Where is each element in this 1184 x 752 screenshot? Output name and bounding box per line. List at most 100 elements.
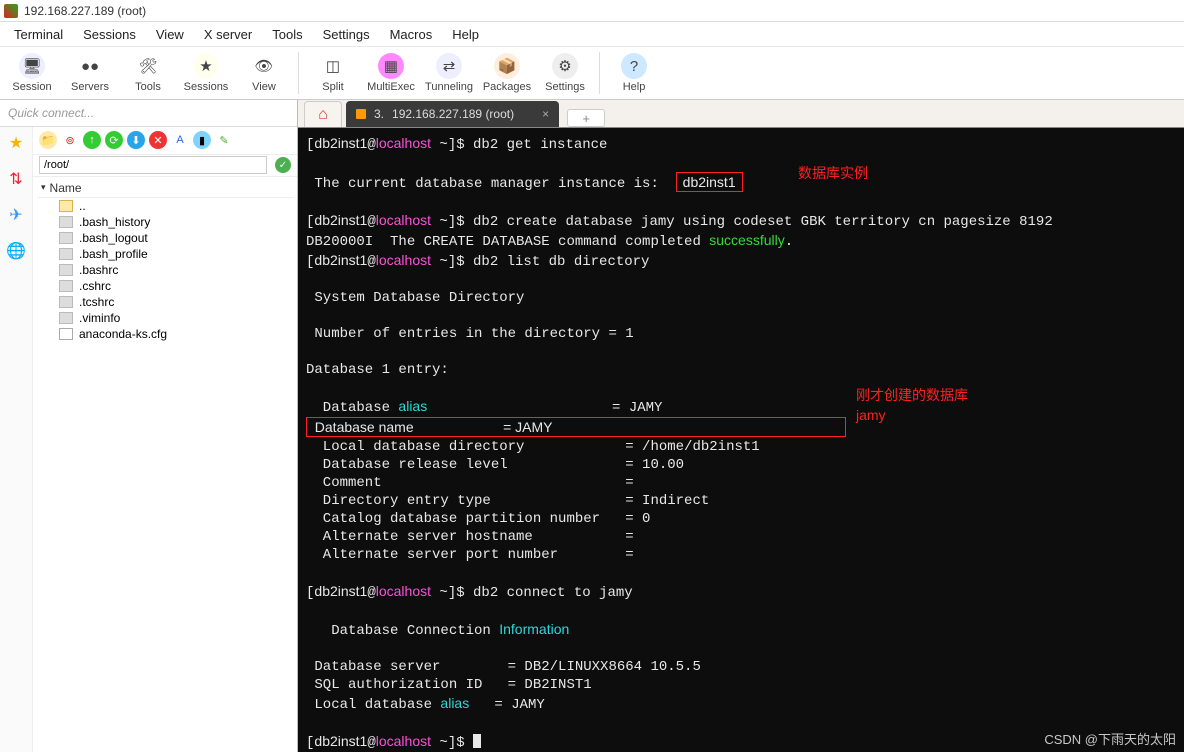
file-list[interactable]: ▾ Name .. .bash_history.bash_logout.bash_… [33, 177, 297, 752]
file-row[interactable]: .cshrc [37, 278, 293, 294]
file-row[interactable]: .bash_history [37, 214, 293, 230]
app-logo-icon [4, 4, 18, 18]
main-toolbar: 🖥 Session ●● Servers 🛠 Tools ★Sessions 👁 View ◫Sp… [0, 46, 1184, 100]
file-toolbar: 📁 ⊚ ↑ ⟳ ⬇ ✕ A ▮ ✎ [33, 127, 297, 155]
home-icon: ⌂ [318, 106, 328, 124]
file-name: anaconda-ks.cfg [79, 327, 167, 341]
annotation-instance: 数据库实例 [798, 164, 868, 182]
home-tab[interactable]: ⌂ [304, 101, 342, 127]
toolbar-view[interactable]: 👁 View [238, 53, 290, 93]
toolbar-servers[interactable]: ●● Servers [64, 53, 116, 93]
file-icon [59, 312, 73, 324]
menu-xserver[interactable]: X server [194, 25, 262, 44]
target-icon[interactable]: ⊚ [61, 131, 79, 149]
menu-tools[interactable]: Tools [262, 25, 312, 44]
toolbar-label: Sessions [184, 81, 229, 93]
star-icon[interactable]: ★ [6, 133, 26, 153]
close-icon[interactable]: ✕ [149, 131, 167, 149]
download-icon[interactable]: ⬇ [127, 131, 145, 149]
toolbar-label: Tools [135, 81, 161, 93]
path-row: ✓ [33, 155, 297, 177]
file-icon [59, 264, 73, 276]
doc-icon[interactable]: ▮ [193, 131, 211, 149]
toolbar-label: Session [12, 81, 51, 93]
file-row[interactable]: .bash_profile [37, 246, 293, 262]
file-row[interactable]: .viminfo [37, 310, 293, 326]
quick-connect-input[interactable]: Quick connect... [0, 100, 297, 127]
file-row[interactable]: .. [37, 198, 293, 214]
window-title: 192.168.227.189 (root) [24, 4, 146, 18]
split-icon: ◫ [320, 53, 346, 79]
globe-icon[interactable]: 🌐 [6, 241, 26, 261]
menu-terminal[interactable]: Terminal [4, 25, 73, 44]
file-name: .tcshrc [79, 295, 114, 309]
title-bar: 192.168.227.189 (root) [0, 0, 1184, 22]
toolbar-tools[interactable]: 🛠 Tools [122, 53, 174, 93]
toolbar-sessions[interactable]: ★Sessions [180, 53, 232, 93]
menu-macros[interactable]: Macros [380, 25, 443, 44]
file-name: .bashrc [79, 263, 118, 277]
toolbar-packages[interactable]: 📦Packages [481, 53, 533, 93]
toolbar-label: Tunneling [425, 81, 473, 93]
file-name: .viminfo [79, 311, 120, 325]
path-ok-icon: ✓ [275, 157, 291, 173]
file-row[interactable]: .tcshrc [37, 294, 293, 310]
file-browser: 📁 ⊚ ↑ ⟳ ⬇ ✕ A ▮ ✎ ✓ ▾ Name [33, 127, 297, 752]
collapse-icon[interactable]: ▾ [41, 182, 46, 193]
annotation-db-name: jamy [856, 406, 886, 424]
path-input[interactable] [39, 156, 267, 174]
packages-icon: 📦 [494, 53, 520, 79]
file-icon [59, 216, 73, 228]
up-icon[interactable]: ↑ [83, 131, 101, 149]
folder-icon[interactable]: 📁 [39, 131, 57, 149]
toolbar-label: Servers [71, 81, 109, 93]
terminal-panel: ⌂ 3. 192.168.227.189 (root) × + [db2inst… [298, 100, 1184, 752]
new-tab-button[interactable]: + [567, 109, 605, 127]
toolbar-label: View [252, 81, 276, 93]
left-panel: Quick connect... ★ ⇅ ✈ 🌐 📁 ⊚ ↑ ⟳ ⬇ ✕ A ▮ [0, 100, 298, 752]
toolbar-label: Settings [545, 81, 585, 93]
settings-icon: ⚙ [552, 53, 578, 79]
toolbar-split[interactable]: ◫Split [307, 53, 359, 93]
toolbar-multiexec[interactable]: ▦MultiExec [365, 53, 417, 93]
transfer-icon[interactable]: ⇅ [6, 169, 26, 189]
folder-icon [59, 200, 73, 212]
edit-icon[interactable]: ✎ [215, 131, 233, 149]
toolbar-session[interactable]: 🖥 Session [6, 53, 58, 93]
toolbar-settings[interactable]: ⚙ Settings [539, 53, 591, 93]
column-name: Name [50, 181, 82, 195]
file-icon [59, 248, 73, 260]
tab-title: 192.168.227.189 (root) [392, 107, 514, 121]
menu-bar: Terminal Sessions View X server Tools Se… [0, 22, 1184, 46]
plane-icon[interactable]: ✈ [6, 205, 26, 225]
toolbar-help[interactable]: ?Help [608, 53, 660, 93]
file-row[interactable]: anaconda-ks.cfg [37, 326, 293, 342]
session-dot-icon [356, 109, 366, 119]
text-icon[interactable]: A [171, 131, 189, 149]
annotation-db: 刚才创建的数据库 [856, 386, 968, 404]
file-row[interactable]: .bash_logout [37, 230, 293, 246]
session-icon: 🖥 [19, 53, 45, 79]
menu-view[interactable]: View [146, 25, 194, 44]
terminal-output[interactable]: [db2inst1@localhost ~]$ db2 get instance… [298, 128, 1184, 752]
file-row[interactable]: .bashrc [37, 262, 293, 278]
tunneling-icon: ⇄ [436, 53, 462, 79]
file-name: .. [79, 199, 86, 213]
file-list-header[interactable]: ▾ Name [37, 179, 293, 198]
menu-help[interactable]: Help [442, 25, 489, 44]
session-tab[interactable]: 3. 192.168.227.189 (root) × [346, 101, 559, 127]
file-icon [59, 232, 73, 244]
servers-icon: ●● [77, 53, 103, 79]
file-icon [59, 328, 73, 340]
view-icon: 👁 [251, 53, 277, 79]
file-icon [59, 296, 73, 308]
tools-icon: 🛠 [135, 53, 161, 79]
toolbar-tunneling[interactable]: ⇄ Tunneling [423, 53, 475, 93]
refresh-icon[interactable]: ⟳ [105, 131, 123, 149]
file-name: .bash_history [79, 215, 150, 229]
file-icon [59, 280, 73, 292]
tab-close-icon[interactable]: × [542, 107, 549, 121]
file-name: .bash_profile [79, 247, 148, 261]
menu-settings[interactable]: Settings [313, 25, 380, 44]
menu-sessions[interactable]: Sessions [73, 25, 146, 44]
